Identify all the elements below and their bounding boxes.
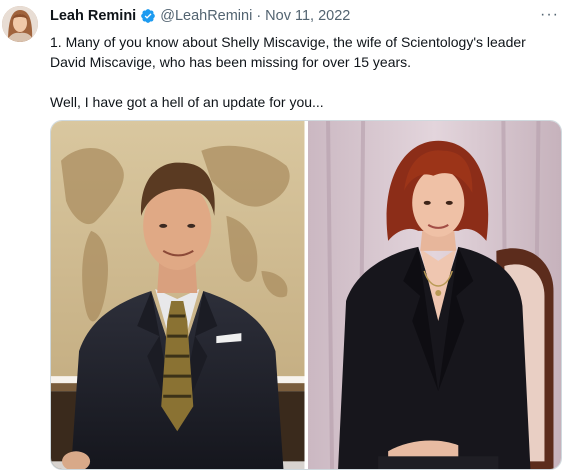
tweet-media [50,120,562,470]
media-photo-2[interactable] [307,121,561,469]
verified-badge-icon [140,8,156,24]
tweet[interactable]: Leah Remini @LeahRemini · Nov 11, 2022 ·… [0,0,585,475]
more-options-icon[interactable]: ··· [540,6,559,24]
tweet-text: 1. Many of you know about Shelly Miscavi… [50,32,555,112]
author-name[interactable]: Leah Remini [50,8,136,24]
tweet-text-paragraph-1: 1. Many of you know about Shelly Miscavi… [50,34,526,70]
tweet-date[interactable]: Nov 11, 2022 [265,8,350,24]
tweet-header: Leah Remini @LeahRemini · Nov 11, 2022 [50,8,350,24]
photo-woman-blazer-icon [307,121,561,469]
avatar-image [2,6,38,42]
media-photo-1[interactable] [51,121,305,469]
photo-man-suit-icon [51,121,305,469]
separator-dot: · [256,8,262,24]
tweet-text-paragraph-2: Well, I have got a hell of an update for… [50,94,324,110]
author-handle[interactable]: @LeahRemini [160,8,252,24]
avatar[interactable] [2,6,38,42]
